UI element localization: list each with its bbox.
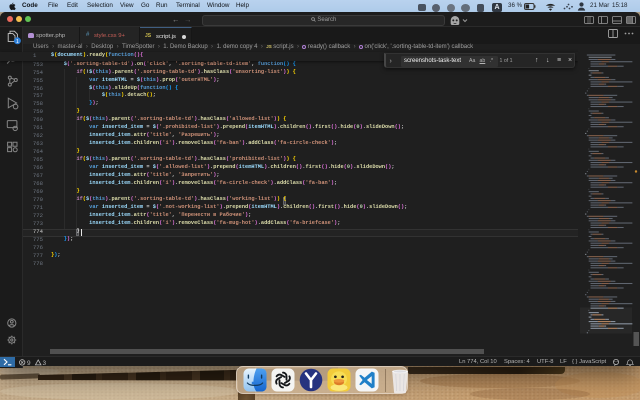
svg-text:3: 3: [43, 360, 47, 366]
svg-text:9: 9: [27, 360, 31, 366]
